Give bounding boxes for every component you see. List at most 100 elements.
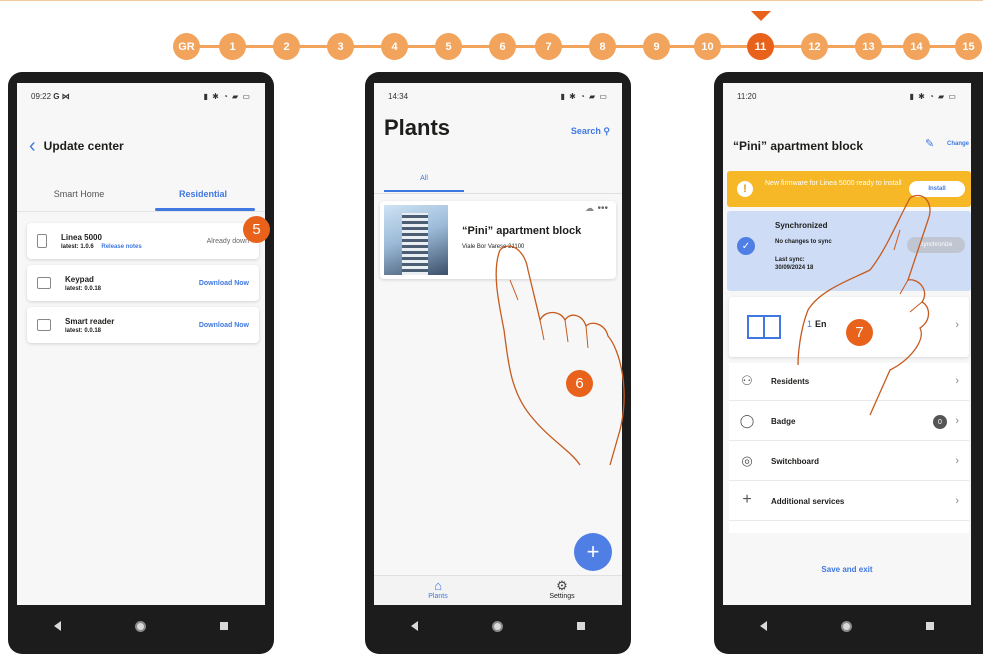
status-left-icons: G ⋈ [53, 91, 70, 101]
device-card-keypad[interactable]: Keypad latest: 0.0.18 Download Now [27, 265, 259, 301]
step-callout-7: 7 [846, 319, 873, 346]
tab-residential[interactable]: Residential [141, 181, 265, 211]
device-name: Linea 5000 [61, 232, 102, 242]
nav-recents-icon[interactable] [577, 622, 585, 630]
phone-screen: 09:22 G ⋈ ▮ ✱ ◔ ▰ ▭ ‹ Update center Smar… [17, 83, 265, 605]
download-now-button[interactable]: Download Now [199, 280, 249, 287]
cloud-sync-icon: ☁ [585, 203, 594, 213]
door-panel-icon [747, 315, 781, 339]
nav-item-plants[interactable]: ⌂ Plants [408, 578, 468, 600]
intercom-icon [37, 234, 47, 248]
chevron-right-icon: › [955, 415, 959, 427]
device-version: latest: 1.0.6 [61, 243, 94, 250]
keypad-icon [37, 277, 51, 289]
menu-row-additional-services[interactable]: + Additional services › [729, 483, 969, 521]
nav-item-settings[interactable]: ⚙ Settings [532, 578, 592, 600]
step-connector [185, 45, 970, 48]
step-10[interactable]: 10 [694, 33, 721, 60]
step-9[interactable]: 9 [643, 33, 670, 60]
device-card-linea-5000[interactable]: Linea 5000 latest: 1.0.6 Release notes A… [27, 223, 259, 259]
tab-all[interactable]: All [384, 175, 464, 182]
tab-smart-home[interactable]: Smart Home [17, 181, 141, 211]
save-and-exit-button[interactable]: Save and exit [723, 565, 971, 574]
switchboard-icon: ◎ [741, 453, 753, 468]
gear-icon: ⚙ [556, 578, 568, 593]
chevron-right-icon: › [955, 319, 959, 331]
device-info: Linea 5000 latest: 1.0.6 Release notes [61, 233, 207, 250]
step-15[interactable]: 15 [955, 33, 982, 60]
bottom-navigation: ⌂ Plants ⚙ Settings [374, 575, 622, 605]
change-link[interactable]: Change [947, 141, 969, 147]
tab-bar: Smart Home Residential [17, 181, 265, 211]
search-button[interactable]: Search ⚲ [571, 126, 610, 137]
step-gr[interactable]: GR [173, 33, 200, 60]
chevron-right-icon: › [955, 455, 959, 467]
status-time: 11:20 [737, 91, 757, 101]
android-nav-bar [374, 608, 622, 644]
device-name: Smart reader [65, 316, 115, 326]
add-plant-button[interactable]: + [574, 533, 612, 571]
nav-home-icon[interactable] [841, 620, 852, 632]
chevron-right-icon: › [955, 495, 959, 507]
already-downloaded-status: Already down [206, 237, 249, 245]
nav-home-icon[interactable] [492, 620, 503, 632]
step-5[interactable]: 5 [435, 33, 462, 60]
building-image [384, 205, 448, 275]
nav-recents-icon[interactable] [220, 622, 228, 630]
active-tab-indicator [384, 190, 464, 192]
badge-icon: ◯ [739, 413, 755, 428]
plant-name: “Pini” apartment block [462, 225, 582, 237]
tap-hand-illustration [495, 245, 625, 466]
nav-label: Plants [428, 593, 448, 600]
tap-hand-illustration [797, 194, 931, 416]
warning-icon: ! [737, 181, 753, 197]
step-8[interactable]: 8 [589, 33, 616, 60]
step-callout-5: 5 [243, 216, 270, 243]
step-callout-6: 6 [566, 370, 593, 397]
step-2[interactable]: 2 [273, 33, 300, 60]
phone-update-center: 09:22 G ⋈ ▮ ✱ ◔ ▰ ▭ ‹ Update center Smar… [8, 72, 274, 654]
nav-label: Settings [549, 593, 575, 600]
page-title: Plants [384, 115, 451, 140]
nav-home-icon[interactable] [135, 620, 146, 632]
step-3[interactable]: 3 [327, 33, 354, 60]
step-12[interactable]: 12 [801, 33, 828, 60]
back-chevron-icon[interactable]: ‹ [29, 136, 36, 156]
search-icon: ⚲ [603, 126, 610, 136]
status-icons: ▮ ✱ ◔ ▰ ▭ [560, 91, 608, 101]
step-11[interactable]: 11 [747, 33, 774, 60]
plant-title: “Pini” apartment block [733, 139, 864, 153]
status-icons: ▮ ✱ ◔ ▰ ▭ [909, 91, 957, 101]
step-7[interactable]: 7 [535, 33, 562, 60]
device-card-smart-reader[interactable]: Smart reader latest: 0.0.18 Download Now [27, 307, 259, 343]
step-13[interactable]: 13 [855, 33, 882, 60]
status-icons: ▮ ✱ ◔ ▰ ▭ [203, 91, 251, 101]
more-options-icon[interactable]: ••• [597, 203, 608, 214]
pencil-icon[interactable]: ✎ [925, 137, 934, 150]
nav-back-icon[interactable] [760, 621, 767, 631]
device-version: latest: 0.0.18 [65, 327, 102, 334]
menu-label: Switchboard [771, 457, 820, 466]
device-name: Keypad [65, 274, 94, 284]
menu-label: Additional services [771, 497, 845, 506]
menu-row-switchboard[interactable]: ◎ Switchboard › [729, 443, 969, 481]
release-notes-link[interactable]: Release notes [101, 244, 141, 250]
status-time: 14:34 [388, 91, 409, 101]
nav-back-icon[interactable] [411, 621, 418, 631]
device-version-line: latest: 1.0.6 Release notes [61, 244, 207, 250]
device-info: Keypad latest: 0.0.18 [65, 275, 199, 292]
step-6[interactable]: 6 [489, 33, 516, 60]
status-bar: 09:22 G ⋈ ▮ ✱ ◔ ▰ ▭ [17, 83, 265, 109]
download-now-button[interactable]: Download Now [199, 322, 249, 329]
step-4[interactable]: 4 [381, 33, 408, 60]
status-bar: 11:20 ▮ ✱ ◔ ▰ ▭ [723, 83, 971, 109]
nav-back-icon[interactable] [54, 621, 61, 631]
active-step-pointer-icon [751, 11, 771, 21]
step-1[interactable]: 1 [219, 33, 246, 60]
step-14[interactable]: 14 [903, 33, 930, 60]
plus-icon: + [742, 491, 752, 508]
banner-text: New firmware for Linea 5000 ready to ins… [765, 180, 902, 187]
nav-recents-icon[interactable] [926, 622, 934, 630]
step-bar: GR 1 2 3 4 5 6 7 8 9 10 11 12 13 14 15 [0, 0, 983, 64]
search-label: Search [570, 126, 601, 136]
